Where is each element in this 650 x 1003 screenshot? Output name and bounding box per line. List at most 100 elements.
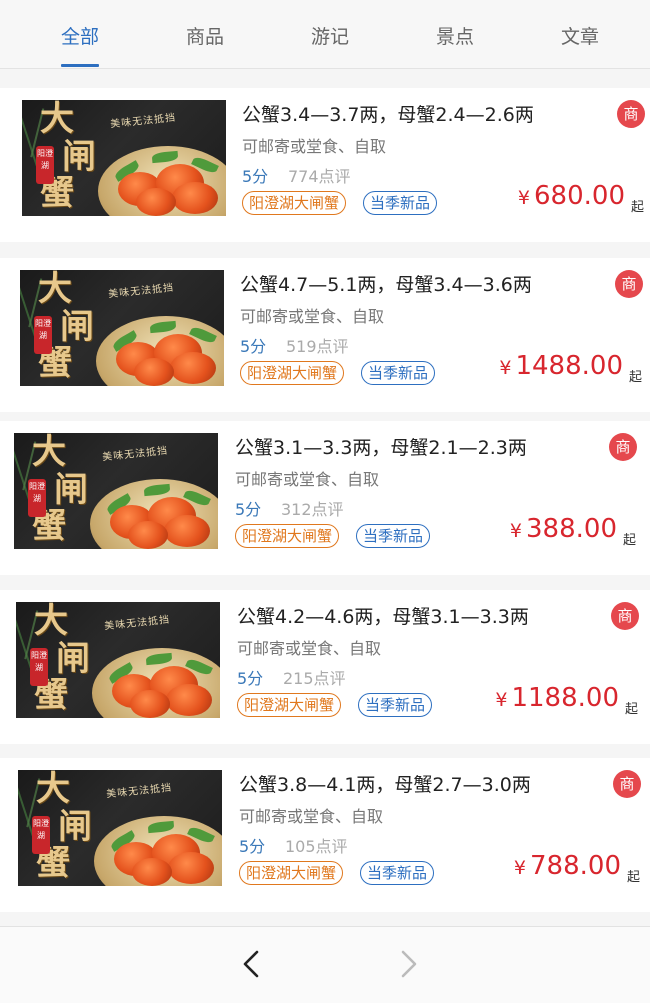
banner-seal: 阳澄湖 bbox=[30, 648, 48, 686]
price-value: 1188.00 bbox=[511, 683, 619, 713]
crab-graphic bbox=[132, 858, 172, 886]
product-image[interactable]: 美味无法抵挡 大 闸 蟹 阳澄湖 bbox=[14, 433, 218, 549]
merchant-badge: 商 bbox=[611, 602, 639, 630]
rating-score: 5分 bbox=[235, 500, 262, 519]
tab-all[interactable]: 全部 bbox=[35, 22, 125, 49]
price-suffix: 起 bbox=[627, 870, 641, 885]
tab-articles[interactable]: 文章 bbox=[535, 22, 625, 49]
tag-new: 当季新品 bbox=[358, 693, 433, 717]
product-card[interactable]: 美味无法抵挡 大 闸 蟹 阳澄湖 公蟹4.7—5.1两，母蟹3.4—3.6两 可… bbox=[0, 258, 650, 412]
currency-symbol: ¥ bbox=[495, 689, 508, 711]
back-button[interactable] bbox=[236, 949, 266, 979]
product-title[interactable]: 公蟹3.4—3.7两，母蟹2.4—2.6两 bbox=[242, 100, 534, 127]
banner-char: 大 bbox=[38, 270, 72, 309]
crab-graphic bbox=[166, 684, 212, 716]
banner-char: 大 bbox=[40, 100, 74, 139]
product-price: ¥788.00 bbox=[514, 851, 621, 881]
crab-graphic bbox=[128, 521, 168, 549]
price-suffix: 起 bbox=[625, 702, 639, 717]
product-subtitle: 可邮寄或堂食、自取 bbox=[242, 137, 387, 156]
tab-bar: 全部 商品 游记 景点 文章 bbox=[0, 0, 650, 69]
review-count: 105点评 bbox=[285, 837, 348, 856]
active-tab-indicator bbox=[61, 64, 99, 67]
merchant-badge: 商 bbox=[617, 100, 645, 128]
tag-new: 当季新品 bbox=[356, 524, 431, 548]
bottom-nav-bar bbox=[0, 926, 650, 1003]
banner-char: 大 bbox=[36, 770, 70, 809]
review-count: 312点评 bbox=[281, 500, 344, 519]
merchant-badge: 商 bbox=[609, 433, 637, 461]
currency-symbol: ¥ bbox=[499, 357, 512, 379]
crab-graphic bbox=[136, 188, 176, 216]
tab-products[interactable]: 商品 bbox=[160, 22, 250, 49]
chevron-right-icon bbox=[401, 950, 417, 978]
banner-char: 闸 bbox=[56, 639, 90, 679]
rating-score: 5分 bbox=[242, 167, 269, 186]
product-price: ¥680.00 bbox=[518, 181, 625, 211]
banner-seal: 阳澄湖 bbox=[34, 316, 52, 354]
crab-graphic bbox=[164, 515, 210, 547]
currency-symbol: ¥ bbox=[517, 187, 531, 209]
merchant-badge: 商 bbox=[613, 770, 641, 798]
currency-symbol: ¥ bbox=[509, 520, 523, 542]
tag-category: 阳澄湖大闸蟹 bbox=[237, 693, 342, 717]
banner-seal: 阳澄湖 bbox=[36, 146, 54, 184]
banner-slogan: 美味无法抵挡 bbox=[109, 112, 177, 131]
product-image[interactable]: 美味无法抵挡 大 闸 蟹 阳澄湖 bbox=[18, 770, 222, 886]
banner-slogan: 美味无法抵挡 bbox=[107, 282, 175, 301]
tag-category: 阳澄湖大闸蟹 bbox=[239, 861, 344, 885]
banner-seal: 阳澄湖 bbox=[32, 816, 50, 854]
crab-graphic bbox=[130, 690, 170, 718]
product-title[interactable]: 公蟹3.8—4.1两，母蟹2.7—3.0两 bbox=[239, 770, 531, 797]
banner-char: 大 bbox=[32, 433, 66, 472]
forward-button[interactable] bbox=[394, 949, 424, 979]
product-card[interactable]: 美味无法抵挡 大 闸 蟹 阳澄湖 公蟹3.4—3.7两，母蟹2.4—2.6两 可… bbox=[0, 88, 650, 242]
product-card[interactable]: 美味无法抵挡 大 闸 蟹 阳澄湖 公蟹3.1—3.3两，母蟹2.1—2.3两 可… bbox=[0, 421, 650, 575]
price-value: 680.00 bbox=[534, 181, 625, 211]
product-subtitle: 可邮寄或堂食、自取 bbox=[240, 307, 385, 326]
product-image[interactable]: 美味无法抵挡 大 闸 蟹 阳澄湖 bbox=[22, 100, 226, 216]
crab-graphic bbox=[134, 358, 174, 386]
product-price: ¥1488.00 bbox=[499, 351, 623, 381]
product-price: ¥1188.00 bbox=[495, 683, 619, 713]
product-subtitle: 可邮寄或堂食、自取 bbox=[235, 470, 380, 489]
product-image[interactable]: 美味无法抵挡 大 闸 蟹 阳澄湖 bbox=[16, 602, 220, 718]
price-suffix: 起 bbox=[629, 370, 643, 385]
product-subtitle: 可邮寄或堂食、自取 bbox=[239, 807, 384, 826]
banner-slogan: 美味无法抵挡 bbox=[105, 782, 173, 801]
review-count: 215点评 bbox=[283, 669, 346, 688]
tag-new: 当季新品 bbox=[363, 191, 438, 215]
rating-score: 5分 bbox=[237, 669, 264, 688]
rating-score: 5分 bbox=[240, 337, 267, 356]
product-title[interactable]: 公蟹4.7—5.1两，母蟹3.4—3.6两 bbox=[240, 270, 532, 297]
banner-slogan: 美味无法抵挡 bbox=[101, 445, 169, 464]
chevron-left-icon bbox=[243, 950, 259, 978]
review-count: 774点评 bbox=[288, 167, 351, 186]
product-price: ¥388.00 bbox=[510, 514, 617, 544]
product-title[interactable]: 公蟹3.1—3.3两，母蟹2.1—2.3两 bbox=[235, 433, 527, 460]
review-count: 519点评 bbox=[286, 337, 349, 356]
price-value: 1488.00 bbox=[515, 351, 623, 381]
tab-travel-notes[interactable]: 游记 bbox=[285, 22, 375, 49]
product-card[interactable]: 美味无法抵挡 大 闸 蟹 阳澄湖 公蟹4.2—4.6两，母蟹3.1—3.3两 可… bbox=[0, 590, 650, 744]
banner-char: 大 bbox=[34, 602, 68, 641]
price-value: 788.00 bbox=[530, 851, 621, 881]
crab-graphic bbox=[168, 852, 214, 884]
tab-attractions[interactable]: 景点 bbox=[410, 22, 500, 49]
banner-char: 闸 bbox=[62, 137, 96, 177]
product-title[interactable]: 公蟹4.2—4.6两，母蟹3.1—3.3两 bbox=[237, 602, 529, 629]
price-value: 388.00 bbox=[526, 514, 617, 544]
banner-char: 闸 bbox=[54, 470, 88, 510]
tag-category: 阳澄湖大闸蟹 bbox=[242, 191, 347, 215]
product-image[interactable]: 美味无法抵挡 大 闸 蟹 阳澄湖 bbox=[20, 270, 224, 386]
product-card[interactable]: 美味无法抵挡 大 闸 蟹 阳澄湖 公蟹3.8—4.1两，母蟹2.7—3.0两 可… bbox=[0, 758, 650, 912]
banner-char: 闸 bbox=[60, 307, 94, 347]
merchant-badge: 商 bbox=[615, 270, 643, 298]
price-suffix: 起 bbox=[631, 200, 645, 215]
banner-char: 闸 bbox=[58, 807, 92, 847]
product-subtitle: 可邮寄或堂食、自取 bbox=[237, 639, 382, 658]
currency-symbol: ¥ bbox=[513, 857, 527, 879]
tag-new: 当季新品 bbox=[361, 361, 436, 385]
crab-graphic bbox=[170, 352, 216, 384]
tag-category: 阳澄湖大闸蟹 bbox=[240, 361, 345, 385]
